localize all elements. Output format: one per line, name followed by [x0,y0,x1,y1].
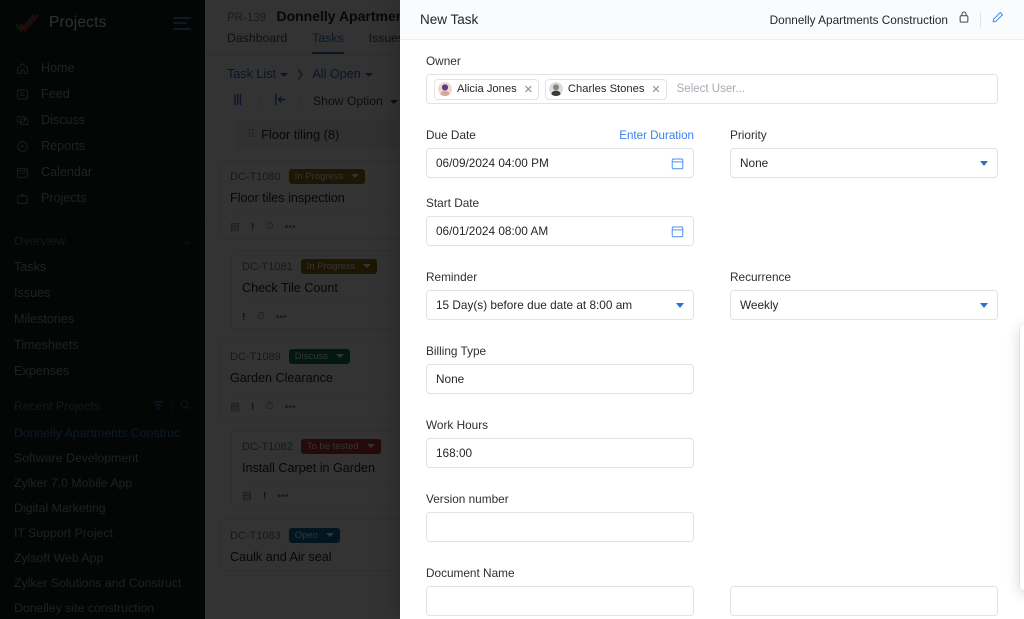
reminder-select[interactable]: 15 Day(s) before due date at 8:00 am [426,290,694,320]
document-name-input[interactable] [426,586,694,616]
remove-owner-icon[interactable]: ✕ [651,83,660,96]
owner-label: Owner [426,54,461,68]
recurrence-label: Recurrence [730,270,791,284]
header-divider [980,11,981,28]
calendar-icon[interactable] [671,225,684,238]
recurrence-select[interactable]: Weekly [730,290,998,320]
owner-field[interactable]: Alicia Jones ✕ Charles Stones ✕ Select U… [426,74,998,104]
chevron-down-icon [980,160,988,166]
owner-name: Alicia Jones [457,83,517,95]
owner-chip[interactable]: Alicia Jones ✕ [434,78,539,100]
avatar [548,82,563,96]
priority-select[interactable]: None [730,148,998,178]
document-name-label: Document Name [426,566,515,580]
start-date-input[interactable]: 06/01/2024 08:00 AM [426,216,694,246]
secondary-input[interactable] [730,586,998,616]
modal-title: New Task [420,12,479,27]
chevron-down-icon [676,302,684,308]
owner-chip[interactable]: Charles Stones ✕ [544,78,667,100]
due-date-input[interactable]: 06/09/2024 04:00 PM [426,148,694,178]
pencil-icon[interactable] [991,11,1004,29]
version-number-input[interactable] [426,512,694,542]
enter-duration-link[interactable]: Enter Duration [619,129,694,142]
due-date-label: Due Date [426,128,476,142]
modal-body: Owner Alicia Jones ✕ Charles Stones ✕ Se… [400,40,1024,619]
modal-project-name: Donnelly Apartments Construction [769,12,948,27]
work-hours-label: Work Hours [426,418,489,432]
recurrence-value: Weekly [740,298,779,312]
recurrence-popup: Recurring Frequency i Weekly Once Every … [1020,325,1024,590]
start-date-value: 06/01/2024 08:00 AM [436,224,549,238]
calendar-icon[interactable] [671,157,684,170]
priority-label: Priority [730,128,767,142]
priority-value: None [740,156,769,170]
start-date-label: Start Date [426,196,480,210]
version-number-label: Version number [426,492,509,506]
remove-owner-icon[interactable]: ✕ [524,83,533,96]
owner-name: Charles Stones [567,83,645,95]
work-hours-input[interactable]: 168:00 [426,438,694,468]
due-date-value: 06/09/2024 04:00 PM [436,156,549,170]
reminder-label: Reminder [426,270,478,284]
lock-icon[interactable] [958,10,970,29]
billing-type-value: None [436,372,465,386]
new-task-modal: New Task Donnelly Apartments Constructio… [400,0,1024,619]
avatar [438,82,452,96]
modal-header: New Task Donnelly Apartments Constructio… [400,0,1024,40]
work-hours-value: 168:00 [436,446,473,460]
owner-placeholder: Select User... [676,83,746,95]
reminder-value: 15 Day(s) before due date at 8:00 am [436,298,633,312]
chevron-down-icon [980,302,988,308]
billing-type-select[interactable]: None [426,364,694,394]
billing-type-label: Billing Type [426,344,487,358]
